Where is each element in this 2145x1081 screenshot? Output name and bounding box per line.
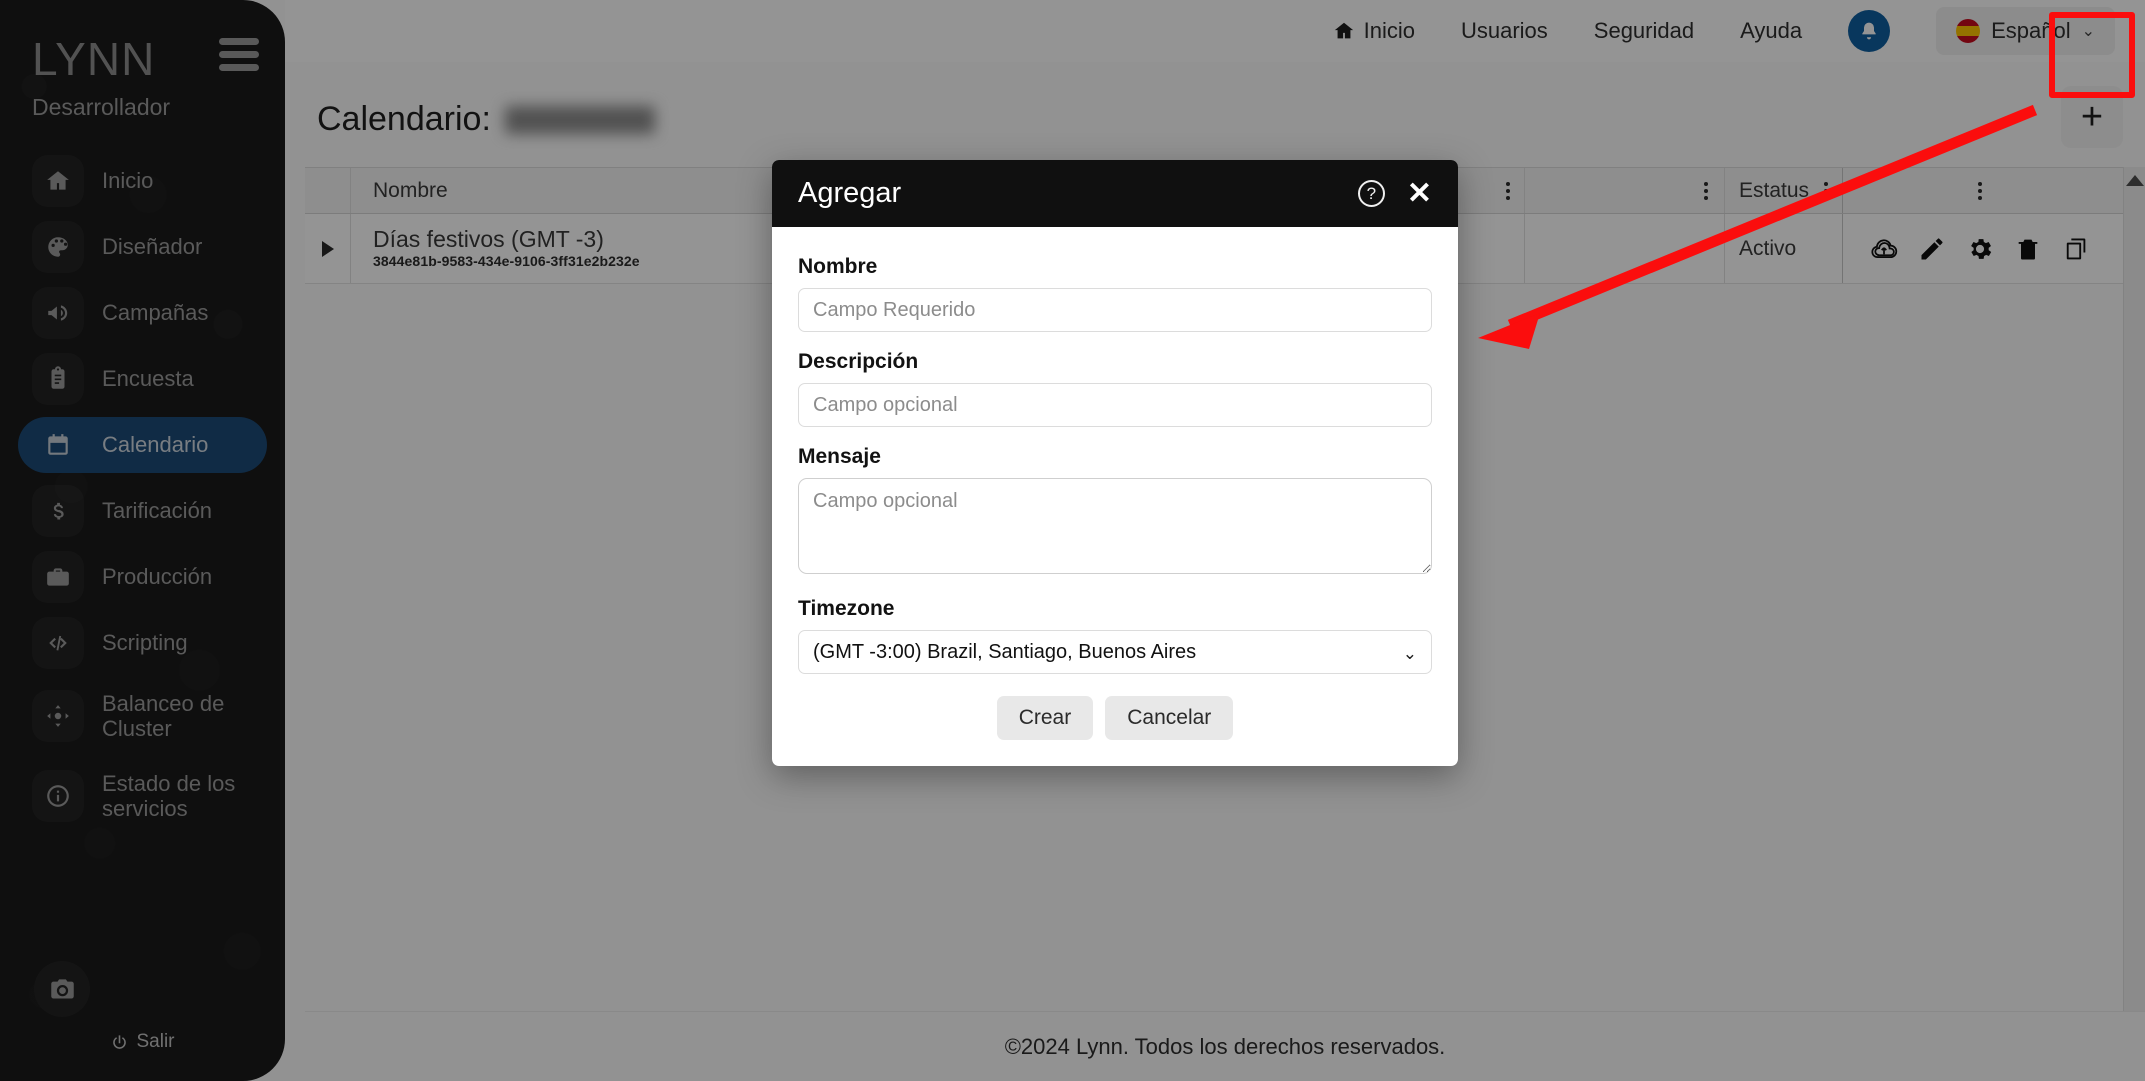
modal-header-actions: ? ✕ — [1357, 178, 1432, 209]
modal-body: Nombre Descripción Mensaje Timezone (GMT… — [772, 227, 1458, 766]
descripcion-input[interactable] — [798, 383, 1432, 427]
field-group-mensaje: Mensaje — [798, 445, 1432, 579]
modal-header: Agregar ? ✕ — [772, 160, 1458, 227]
modal-title: Agregar — [798, 177, 902, 209]
timezone-label: Timezone — [798, 597, 895, 620]
timezone-select[interactable]: (GMT -3:00) Brazil, Santiago, Buenos Air… — [798, 630, 1432, 674]
nombre-label: Nombre — [798, 255, 878, 278]
field-group-timezone: Timezone (GMT -3:00) Brazil, Santiago, B… — [798, 597, 1432, 674]
nombre-input[interactable] — [798, 288, 1432, 332]
field-group-descripcion: Descripción — [798, 350, 1432, 427]
timezone-select-wrap: (GMT -3:00) Brazil, Santiago, Buenos Air… — [798, 630, 1432, 674]
question-circle-icon[interactable]: ? — [1357, 180, 1385, 207]
mensaje-label: Mensaje — [798, 445, 881, 468]
modal-actions: Crear Cancelar — [798, 696, 1432, 740]
add-calendar-modal: Agregar ? ✕ Nombre Descripción Mensaje T… — [772, 160, 1458, 766]
cancel-button[interactable]: Cancelar — [1105, 696, 1234, 740]
app-root: LYNN Desarrollador Inicio Diseñador Camp… — [0, 0, 2145, 1081]
close-icon[interactable]: ✕ — [1407, 178, 1432, 209]
descripcion-label: Descripción — [798, 350, 919, 373]
field-group-nombre: Nombre — [798, 255, 1432, 332]
create-button[interactable]: Crear — [996, 696, 1094, 740]
mensaje-textarea[interactable] — [798, 478, 1432, 574]
